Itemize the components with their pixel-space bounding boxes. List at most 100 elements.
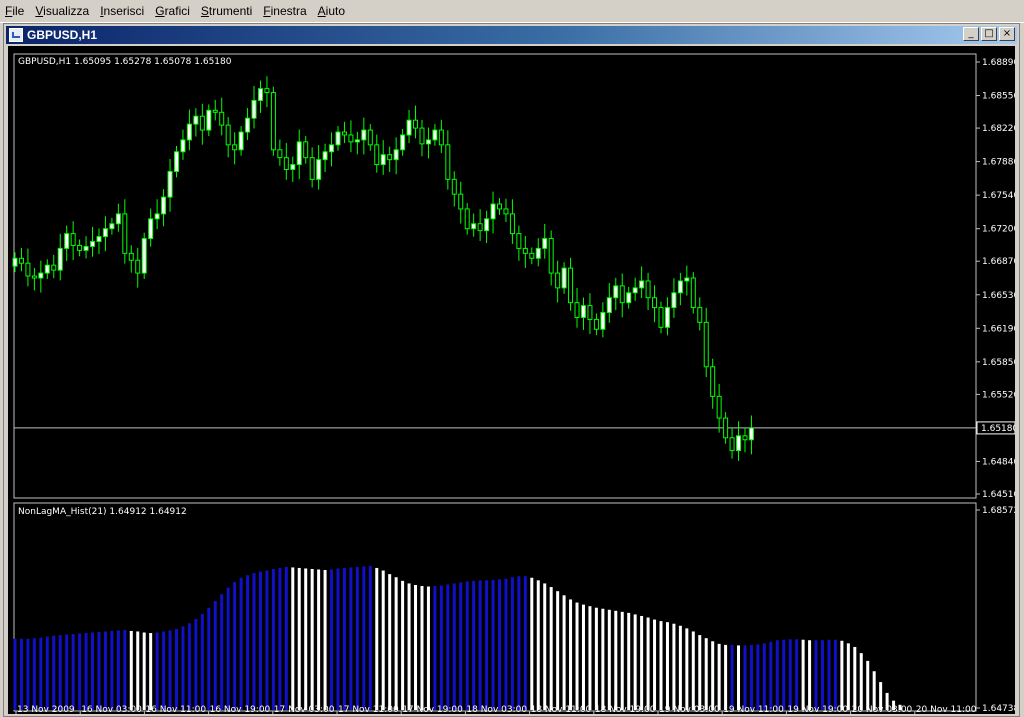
histogram-bar <box>594 607 598 710</box>
candle-body <box>329 144 335 153</box>
candle-body <box>600 312 606 330</box>
close-button[interactable]: × <box>999 27 1015 41</box>
candle-body <box>96 236 102 243</box>
histogram-bar <box>756 644 760 710</box>
histogram-bar <box>84 633 88 710</box>
histogram-bar <box>278 567 282 710</box>
histogram-bar <box>439 585 443 710</box>
menu-strumenti[interactable]: Strumenti <box>196 1 258 21</box>
time-axis-label: 16 Nov 11:00 <box>145 705 206 714</box>
candle-body <box>128 252 134 261</box>
histogram-bar <box>840 640 844 710</box>
histogram-bar <box>510 577 514 710</box>
candle-body <box>652 297 658 309</box>
histogram-bar <box>801 639 805 710</box>
time-axis-label: 18 Nov 19:00 <box>595 705 656 714</box>
histogram-bar <box>846 643 850 710</box>
candle-body <box>38 272 44 279</box>
histogram-bar <box>808 640 812 710</box>
candle-body <box>219 111 225 126</box>
menu-finestra[interactable]: Finestra <box>258 1 312 21</box>
histogram-bar <box>640 615 644 710</box>
candle-body <box>296 141 302 166</box>
candle-body <box>626 292 632 304</box>
minimize-button[interactable]: _ <box>963 27 979 41</box>
histogram-bar <box>711 641 715 710</box>
histogram-bar <box>575 602 579 710</box>
candle-body <box>522 247 528 254</box>
candle-body <box>77 244 83 251</box>
histogram-bar <box>19 638 23 710</box>
candle-body <box>270 92 276 151</box>
candle-body <box>606 297 612 314</box>
candle-body <box>135 259 141 274</box>
candle-body <box>516 233 522 249</box>
candle-body <box>148 218 154 240</box>
histogram-bar <box>45 636 49 710</box>
candle-body <box>684 277 690 282</box>
price-axis-label: 1.68550 <box>982 92 1015 102</box>
candle-body <box>102 228 108 238</box>
histogram-bar <box>349 567 353 710</box>
histogram-bar <box>556 591 560 710</box>
histogram-bar <box>472 580 476 710</box>
candle-body <box>471 223 477 230</box>
candle-body <box>748 427 754 441</box>
candle-body <box>303 141 309 159</box>
histogram-bar <box>220 594 224 710</box>
candle-body <box>425 139 431 145</box>
histogram-bar <box>562 595 566 710</box>
menu-grafici[interactable]: Grafici <box>150 1 196 21</box>
candle-body <box>438 129 444 146</box>
candle-body <box>509 213 515 235</box>
time-axis-label: 19 Nov 11:00 <box>723 705 784 714</box>
histogram-bar <box>627 612 631 710</box>
histogram-bar <box>678 625 682 710</box>
candle-body <box>90 241 96 247</box>
histogram-bar <box>569 599 573 710</box>
candle-body <box>348 134 354 143</box>
histogram-bar <box>743 645 747 710</box>
candle-body <box>723 417 729 439</box>
window-titlebar[interactable]: GBPUSD,H1 _ □ × <box>6 26 1017 44</box>
histogram-bar <box>246 575 250 710</box>
candle-body <box>161 196 167 215</box>
histogram-bar <box>866 660 870 710</box>
chart-window: GBPUSD,H1 _ □ × 1.688901.685501.682201.6… <box>3 23 1020 717</box>
candle-body <box>225 124 231 146</box>
candle-body <box>31 275 37 279</box>
histogram-bar <box>478 580 482 710</box>
chart-canvas[interactable]: 1.68890 1.68550 1.68220 1.67880 1.67540 1.672… <box>8 46 1015 714</box>
price-axis-label: 1.64510 <box>982 490 1015 500</box>
histogram-bar <box>271 568 275 710</box>
candle-body <box>664 307 670 328</box>
price-axis-label: 1.65520 <box>982 390 1015 400</box>
histogram-bar <box>549 587 553 710</box>
histogram-bar <box>659 621 663 710</box>
candle-body <box>154 213 160 220</box>
candle-body <box>400 134 406 151</box>
histogram-bar <box>155 632 159 710</box>
candle-body <box>613 285 619 299</box>
histogram-bar <box>833 639 837 710</box>
chart-svg[interactable]: 1.68890 1.68550 1.68220 1.67880 1.67540 1.672… <box>8 46 1015 714</box>
candle-body <box>484 218 490 232</box>
menu-file[interactable]: File <box>0 1 30 21</box>
candle-body <box>561 267 567 289</box>
candle-body <box>690 277 696 309</box>
candle-body <box>245 117 251 133</box>
menu-visualizza[interactable]: Visualizza <box>30 1 95 21</box>
histogram-bar <box>788 639 792 710</box>
histogram-bar <box>116 630 120 710</box>
histogram-bar <box>91 632 95 710</box>
histogram-bar <box>336 568 340 710</box>
maximize-button[interactable]: □ <box>981 27 997 41</box>
menu-aiuto[interactable]: Aiuto <box>313 1 351 21</box>
histogram-bar <box>543 583 547 710</box>
menu-inserisci[interactable]: Inserisci <box>95 1 150 21</box>
histogram-bar <box>853 646 857 710</box>
histogram-bar <box>129 630 133 710</box>
candle-body <box>199 115 205 131</box>
time-axis-label: 17 Nov 03:00 <box>274 705 335 714</box>
candle-body <box>335 131 341 146</box>
